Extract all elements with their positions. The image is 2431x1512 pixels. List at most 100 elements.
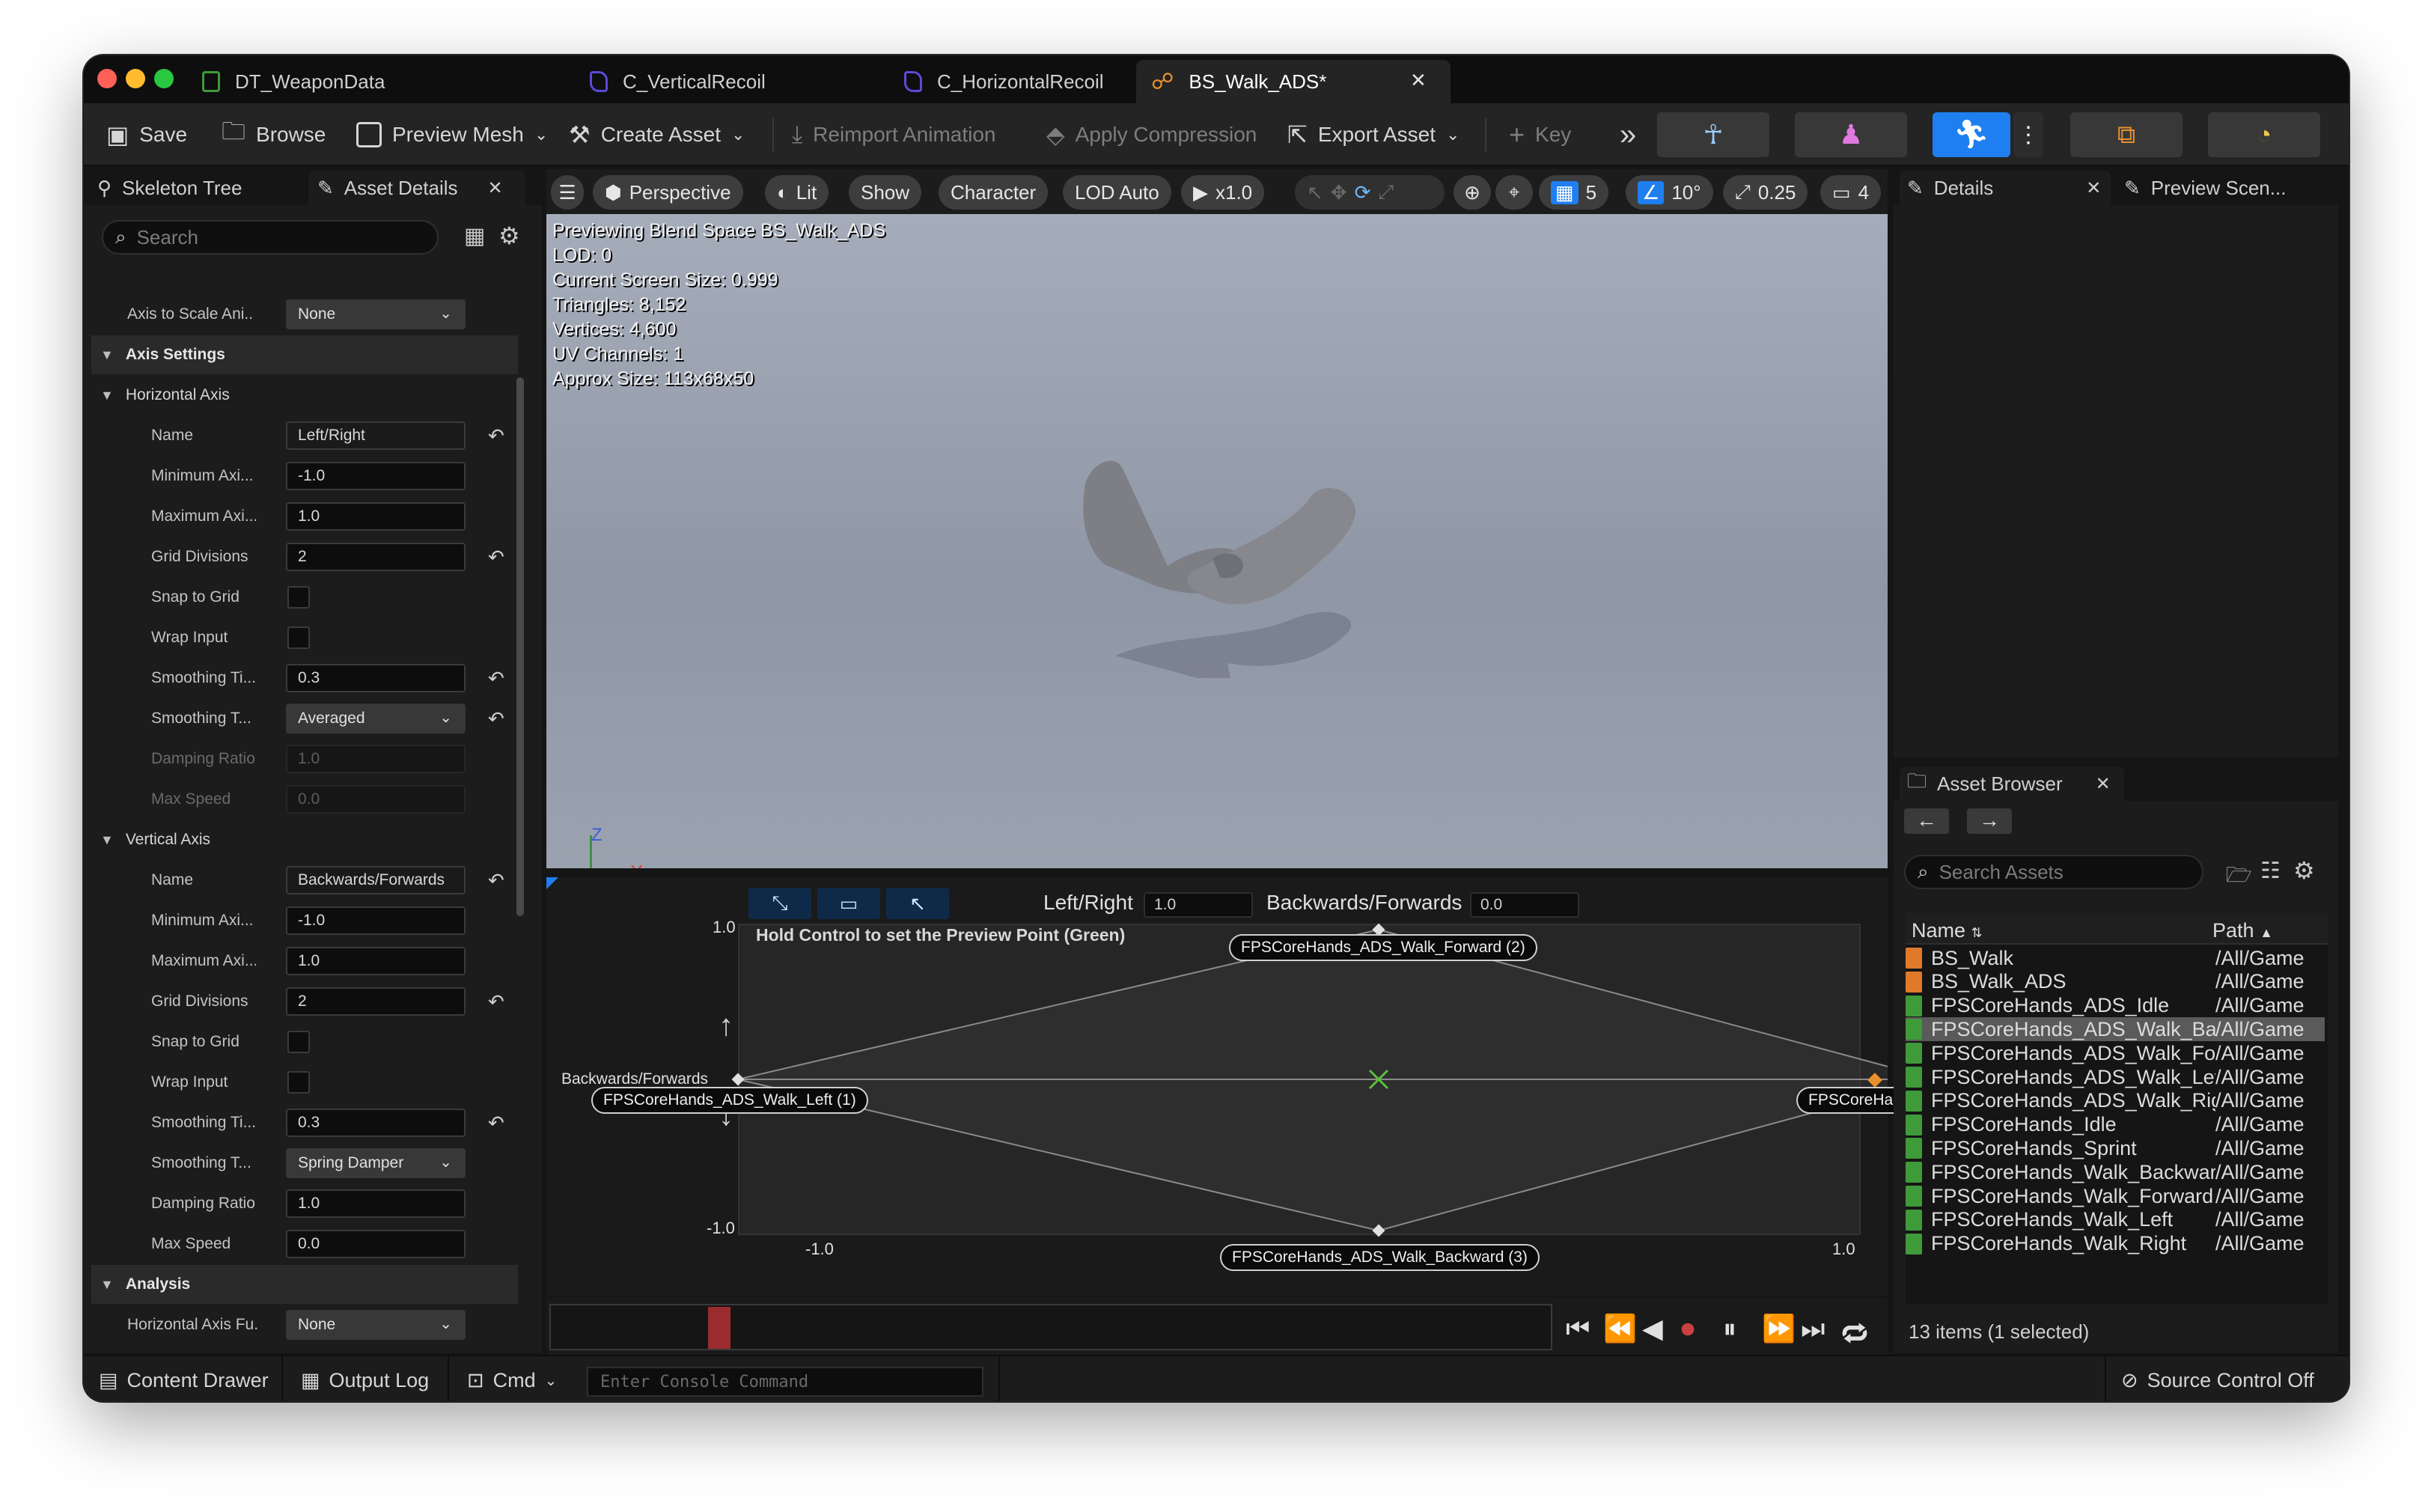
playhead-marker[interactable] <box>708 1307 730 1349</box>
asset-row[interactable]: FPSCoreHands_ADS_Walk_For/All/Game <box>1906 1041 2325 1065</box>
tab-bs-walk-ads[interactable]: ☍ BS_Walk_ADS* ✕ <box>1136 60 1451 103</box>
axis-settings-section[interactable]: ▼ Axis Settings <box>91 335 518 374</box>
minimize-window-button[interactable] <box>126 69 145 88</box>
skip-to-start-icon[interactable]: ⏮ <box>1566 1313 1590 1345</box>
preview-viewport[interactable]: ☰ ⬢ Perspective ◐ Lit Show Character LOD… <box>546 169 1888 868</box>
tab-asset-details[interactable]: ✎ Asset Details ✕ <box>308 171 525 205</box>
animation-options-icon[interactable]: ⋮ <box>2013 112 2043 157</box>
v-max-field[interactable]: 1.0 <box>286 947 466 975</box>
browse-button[interactable]: 🗀 Browse <box>222 114 326 156</box>
asset-row[interactable]: FPSCoreHands_Walk_Backwar/All/Game <box>1906 1160 2325 1184</box>
gear-icon[interactable]: ⚙ <box>498 222 520 250</box>
tab-dt-weapondata[interactable]: DT_WeaponData <box>193 60 507 103</box>
content-drawer-button[interactable]: ▤ Content Drawer <box>99 1365 269 1395</box>
close-tab-icon[interactable]: ✕ <box>2086 177 2101 199</box>
close-tab-icon[interactable]: ✕ <box>2096 773 2111 795</box>
reset-arrow-icon[interactable]: ↶ <box>488 990 504 1013</box>
gear-icon[interactable]: ⚙ <box>2293 856 2315 885</box>
v-snap-checkbox[interactable] <box>287 1031 310 1053</box>
physics-editor-button[interactable]: ◔ <box>2208 112 2320 157</box>
back-arrow-icon[interactable]: ← <box>1904 808 1949 834</box>
table-view-icon[interactable]: ▦ <box>464 223 485 249</box>
record-icon[interactable]: ⏺ <box>1681 1313 1695 1345</box>
reset-arrow-icon[interactable]: ↶ <box>488 1112 504 1135</box>
rotation-snap-button[interactable]: ∠ 10° <box>1626 175 1713 210</box>
vertical-axis-group[interactable]: ▼ Vertical Axis <box>91 820 518 859</box>
tab-preview-scene[interactable]: ✎ Preview Scen... <box>2118 171 2335 205</box>
close-window-button[interactable] <box>97 69 117 88</box>
h-axis-function-combo[interactable]: None ⌄ <box>286 1310 466 1340</box>
asset-row[interactable]: FPSCoreHands_Walk_Right/All/Game <box>1906 1232 2325 1256</box>
h-smoothing-time-field[interactable]: 0.3 <box>286 664 466 692</box>
horizontal-axis-group[interactable]: ▼ Horizontal Axis <box>91 376 518 415</box>
close-tab-icon[interactable]: ✕ <box>1410 69 1427 92</box>
camera-speed-button[interactable]: ▭ 4 <box>1820 175 1882 210</box>
asset-search-input[interactable]: ⌕ Search Assets <box>1904 855 2203 889</box>
v-smoothing-type-combo[interactable]: Spring Damper ⌄ <box>286 1148 466 1178</box>
viewport-menu-button[interactable]: ☰ <box>551 175 584 210</box>
tab-details[interactable]: ✎ Details ✕ <box>1900 171 2111 205</box>
analysis-section[interactable]: ▼ Analysis <box>91 1265 518 1304</box>
reimport-animation-button[interactable]: ⤓ Reimport Animation <box>792 114 996 156</box>
preview-mesh-button[interactable]: Preview Mesh ⌄ <box>356 114 548 156</box>
skeleton-editor-button[interactable]: ☥ <box>1657 112 1769 157</box>
lit-button[interactable]: ◐ Lit <box>765 175 829 210</box>
h-snap-checkbox[interactable] <box>287 586 310 609</box>
h-grid-field[interactable]: 2 <box>286 543 466 571</box>
more-toolbar-icon[interactable]: » <box>1620 114 1636 156</box>
output-log-button[interactable]: ▦ Output Log <box>301 1365 429 1395</box>
tab-c-horizontalrecoil[interactable]: C_HorizontalRecoil <box>822 60 1136 103</box>
h-name-field[interactable]: Left/Right <box>286 421 466 450</box>
step-forward-icon[interactable]: ⏩ <box>1762 1313 1796 1344</box>
reset-arrow-icon[interactable]: ↶ <box>488 667 504 690</box>
reset-arrow-icon[interactable]: ↶ <box>488 546 504 569</box>
h-max-field[interactable]: 1.0 <box>286 502 466 531</box>
local-world-toggle[interactable]: ⊕ <box>1454 175 1491 210</box>
character-button[interactable]: Character <box>939 175 1049 210</box>
h-min-field[interactable]: -1.0 <box>286 462 466 490</box>
close-tab-icon[interactable]: ✕ <box>488 177 503 199</box>
loop-icon[interactable]: 🔁︎ <box>1841 1313 1868 1353</box>
export-asset-button[interactable]: ⇱ Export Asset ⌄ <box>1287 114 1459 156</box>
forward-arrow-icon[interactable]: → <box>1967 808 2012 834</box>
perspective-button[interactable]: ⬢ Perspective <box>593 175 743 210</box>
asset-row[interactable]: FPSCoreHands_ADS_Idle/All/Game <box>1906 994 2325 1018</box>
console-command-input[interactable]: Enter Console Command <box>587 1367 983 1397</box>
surface-snap-toggle[interactable]: ⌖ <box>1495 175 1533 210</box>
folder-filter-icon[interactable]: 🗁 <box>2226 859 2252 895</box>
asset-row[interactable]: FPSCoreHands_Idle/All/Game <box>1906 1113 2325 1137</box>
apply-compression-button[interactable]: ⬘ Apply Compression <box>1046 114 1257 156</box>
filter-icon[interactable]: ☷ <box>2260 858 2281 884</box>
h-smoothing-type-combo[interactable]: Averaged ⌄ <box>286 704 466 734</box>
asset-row[interactable]: FPSCoreHands_ADS_Walk_Left/All/Game <box>1906 1065 2325 1089</box>
timeline-track[interactable] <box>549 1304 1552 1350</box>
blueprint-editor-button[interactable]: ⧉ <box>2070 112 2183 157</box>
v-grid-field[interactable]: 2 <box>286 987 466 1016</box>
scale-snap-button[interactable]: ⤢ 0.25 <box>1723 175 1808 210</box>
reset-arrow-icon[interactable]: ↶ <box>488 707 504 731</box>
show-button[interactable]: Show <box>849 175 922 210</box>
sample-walk-left[interactable]: FPSCoreHands_ADS_Walk_Left (1) <box>591 1087 868 1114</box>
asset-row[interactable]: FPSCoreHands_ADS_Walk_Bac/All/Game <box>1906 1017 2325 1042</box>
skeletal-mesh-editor-button[interactable]: ♟ <box>1795 112 1907 157</box>
playback-speed-button[interactable]: ▶ x1.0 <box>1181 175 1265 210</box>
create-asset-button[interactable]: ⚒ Create Asset ⌄ <box>569 114 745 156</box>
asset-row[interactable]: BS_Walk/All/Game <box>1906 946 2325 970</box>
grid-snap-button[interactable]: ▦ 5 <box>1539 175 1609 210</box>
tab-asset-browser[interactable]: 🗀 Asset Browser ✕ <box>1900 766 2124 801</box>
details-search-input[interactable]: ⌕ Search <box>102 220 439 254</box>
h-wrap-checkbox[interactable] <box>287 627 310 649</box>
column-name[interactable]: Name ⇅ <box>1912 919 1983 942</box>
maximize-window-button[interactable] <box>154 69 174 88</box>
reset-arrow-icon[interactable]: ↶ <box>488 869 504 892</box>
v-min-field[interactable]: -1.0 <box>286 906 466 935</box>
save-button[interactable]: ▣ Save <box>106 114 187 156</box>
v-wrap-checkbox[interactable] <box>287 1071 310 1094</box>
v-smoothing-time-field[interactable]: 0.3 <box>286 1109 466 1137</box>
v-max-speed-field[interactable]: 0.0 <box>286 1230 466 1258</box>
source-control-button[interactable]: ⊘ Source Control Off <box>2121 1365 2314 1395</box>
step-back-icon[interactable]: ⏪ <box>1603 1313 1637 1344</box>
asset-row[interactable]: FPSCoreHands_Walk_Forward/All/Game <box>1906 1184 2325 1208</box>
v-damping-field[interactable]: 1.0 <box>286 1189 466 1218</box>
lod-button[interactable]: LOD Auto <box>1063 175 1171 210</box>
